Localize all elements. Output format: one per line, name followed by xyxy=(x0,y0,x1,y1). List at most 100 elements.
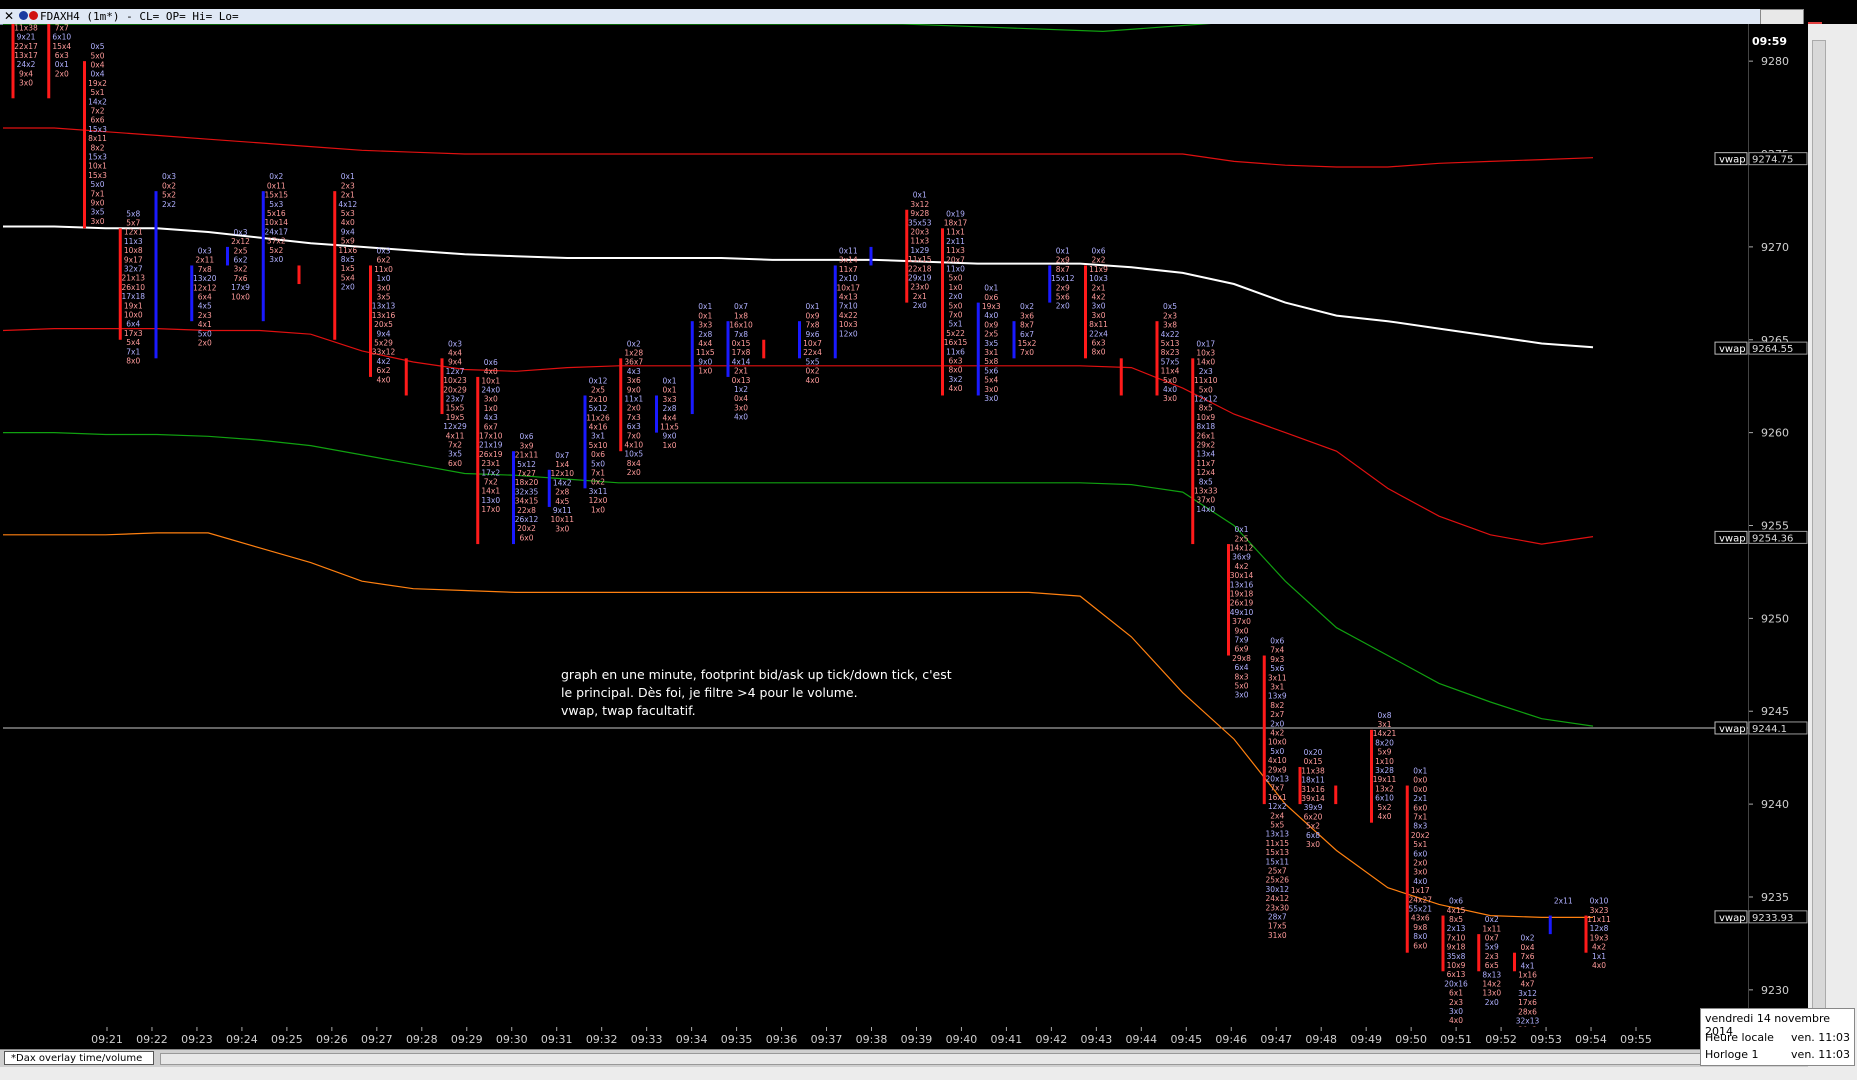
footprint-cell: 4x2 xyxy=(1270,729,1284,738)
footprint-cell: 2x11 xyxy=(195,256,214,265)
footprint-cell: 0x1 xyxy=(663,376,677,385)
footprint-cell: 5x22 xyxy=(946,329,965,338)
close-icon[interactable]: ✕ xyxy=(2,9,16,23)
time-tick-label: 09:40 xyxy=(946,1033,978,1046)
footprint-cell: 36x7 xyxy=(624,358,643,367)
footprint-cell: 2x13 xyxy=(1447,924,1466,933)
candle-bar xyxy=(83,61,86,229)
footprint-cell: 12x29 xyxy=(443,422,467,431)
footprint-cell: 13x13 xyxy=(372,302,396,311)
footprint-cell: 20x7 xyxy=(946,255,965,264)
time-tick-label: 09:54 xyxy=(1575,1033,1607,1046)
footprint-cell: 4x2 xyxy=(377,357,391,366)
footprint-cell: 5x0 xyxy=(1163,376,1177,385)
footprint-cell: 1x0 xyxy=(377,274,391,283)
footprint-cell: 10x11 xyxy=(550,515,574,524)
footprint-cell: 2x11 xyxy=(1554,897,1573,906)
candle-bar xyxy=(1155,321,1159,396)
footprint-cell: 19x1 xyxy=(124,301,143,310)
footprint-cell: 4x5 xyxy=(198,302,212,311)
footprint-cell: 13x13 xyxy=(1265,830,1289,839)
footprint-cell: 28x6 xyxy=(1518,1007,1537,1016)
footprint-cell: 3x8 xyxy=(1163,321,1177,330)
footprint-cell: 35x53 xyxy=(908,218,932,227)
price-axis[interactable]: 9280927592709265926092559250924592409235… xyxy=(1714,24,1809,1027)
footprint-cell: 5x6 xyxy=(1270,664,1284,673)
window-controls[interactable] xyxy=(1760,9,1804,25)
footprint-cell: 11x26 xyxy=(586,413,610,422)
candle-bar xyxy=(404,358,408,396)
footprint-cell: 9x0 xyxy=(91,199,105,208)
vwap-price: 9274.75 xyxy=(1752,155,1793,166)
footprint-cell: 0x8 xyxy=(1378,711,1392,720)
footprint-cell: 8x20 xyxy=(1375,738,1394,747)
footprint-cell: 5x6 xyxy=(984,366,998,375)
footprint-cell: 3x23 xyxy=(1590,906,1609,915)
footprint-cell: 4x0 xyxy=(734,413,748,422)
footprint-cell: 8x5 xyxy=(1199,404,1213,413)
vwap-tag: vwap xyxy=(1719,724,1746,735)
footprint-cell: 0x6 xyxy=(984,293,998,302)
footprint-cell: 9x17 xyxy=(124,255,143,264)
footprint-cell: 0x19 xyxy=(946,209,965,218)
footprint-cell: 5x2 xyxy=(269,246,283,255)
footprint-cell: 6x4 xyxy=(198,292,212,301)
footprint-cell: 1x0 xyxy=(698,367,712,376)
footprint-cell: 2x10 xyxy=(589,395,608,404)
footprint-cell: 1x29 xyxy=(910,246,929,255)
footprint-cell: 55x21 xyxy=(1408,905,1432,914)
footprint-cell: 4x0 xyxy=(1449,1016,1463,1025)
footprint-cell: 7x10 xyxy=(839,302,858,311)
chart-plot-area[interactable]: 0x10x511x389x2122x1713x1724x29x43x08x101… xyxy=(3,24,1748,1027)
footprint-chart[interactable]: 0x10x511x389x2122x1713x1724x29x43x08x101… xyxy=(3,24,1748,1027)
footprint-cell: 4x0 xyxy=(949,384,963,393)
footprint-cell: 8x7 xyxy=(1056,265,1070,274)
footprint-cell: 2x0 xyxy=(55,69,69,78)
footprint-cell: 0x3 xyxy=(377,246,391,255)
footprint-cell: 8x11 xyxy=(1089,320,1108,329)
footprint-cell: 1x5 xyxy=(341,264,355,273)
footprint-cell: 37x2 xyxy=(267,237,286,246)
footprint-cell: 5x5 xyxy=(1270,821,1284,830)
candle-bar xyxy=(1405,785,1409,953)
footprint-cell: 7x9 xyxy=(1235,635,1249,644)
footprint-cell: 18x20 xyxy=(515,478,539,487)
horizontal-scrollbar[interactable] xyxy=(160,1053,1762,1065)
footprint-cell: 32x13 xyxy=(1516,1017,1540,1026)
footprint-cell: 5x8 xyxy=(984,357,998,366)
footprint-cell: 0x4 xyxy=(1521,943,1535,952)
footprint-cell: 4x10 xyxy=(1268,756,1287,765)
footprint-cell: 1x0 xyxy=(484,404,498,413)
footprint-cell: 6x4 xyxy=(1235,663,1249,672)
footprint-cell: 7x8 xyxy=(806,321,820,330)
footprint-cell: 7x27 xyxy=(517,469,536,478)
footprint-cell: 15x3 xyxy=(88,125,107,134)
footprint-cell: 21x19 xyxy=(479,441,503,450)
footprint-cell: 0x2 xyxy=(1521,934,1535,943)
footprint-cell: 7x1 xyxy=(591,468,605,477)
footprint-cell: 10x5 xyxy=(624,450,643,459)
footprint-cell: 13x17 xyxy=(14,51,38,60)
footprint-cell: 4x3 xyxy=(627,367,641,376)
footprint-cell: 1x17 xyxy=(1411,886,1430,895)
footprint-cell: 37x0 xyxy=(1232,617,1251,626)
footprint-cell: 10x14 xyxy=(264,218,288,227)
footprint-cell: 9x4 xyxy=(377,329,391,338)
tab-dax-overlay[interactable]: *Dax overlay time/volume xyxy=(4,1051,154,1065)
footprint-cell: 3x0 xyxy=(984,394,998,403)
candle-bar xyxy=(154,191,158,359)
footprint-cell: 6x0 xyxy=(1413,941,1427,950)
footprint-cell: 4x15 xyxy=(1447,906,1466,915)
footprint-cell: 4x0 xyxy=(984,311,998,320)
footprint-cell: 2x3 xyxy=(1449,998,1463,1007)
footprint-cell: 2x1 xyxy=(1092,283,1106,292)
footprint-cell: 3x0 xyxy=(734,403,748,412)
footprint-cell: 39x9 xyxy=(1304,803,1323,812)
price-tick-label: 9235 xyxy=(1761,891,1789,904)
footprint-cell: 0x6 xyxy=(520,432,534,441)
footprint-cell: 5x0 xyxy=(1235,681,1249,690)
vwap-tag: vwap xyxy=(1719,533,1746,544)
vertical-scrollbar[interactable] xyxy=(1812,40,1826,1032)
footprint-cell: 5x0 xyxy=(1199,385,1213,394)
footprint-cell: 21x11 xyxy=(515,451,539,460)
